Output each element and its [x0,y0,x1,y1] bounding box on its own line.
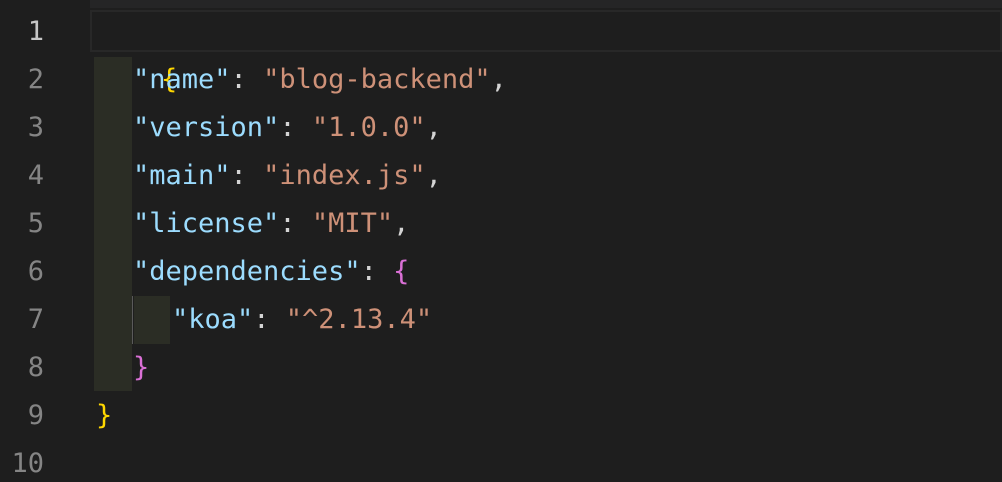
code-line-1[interactable]: { [96,8,177,95]
json-comma: , [393,208,410,239]
line-number: 1 [27,16,44,47]
json-string-value: "index.js" [263,160,426,191]
code-line-2[interactable]: "name": "blog-backend", [133,56,507,104]
line-number: 5 [27,208,44,239]
json-string-value: "blog-backend" [263,64,491,95]
line-number: 7 [27,304,44,335]
indent-highlight-level-2 [134,296,170,344]
code-line-6[interactable]: "dependencies": { [133,248,409,296]
line-number: 9 [27,400,44,431]
line-number: 4 [27,160,44,191]
code-line-7[interactable]: "koa": "^2.13.4" [172,296,432,344]
json-key: "dependencies" [133,256,361,287]
code-line-10[interactable] [96,440,996,482]
json-key: "koa" [172,304,254,335]
json-separator: : [279,112,312,143]
code-editor[interactable]: 1 2 3 4 5 6 7 8 9 10 { "name": "blog-bac… [0,0,1002,482]
json-key: "license" [133,208,280,239]
code-line-5[interactable]: "license": "MIT", [133,200,409,248]
indent-guide [132,296,133,344]
close-brace: } [133,352,150,383]
json-comma: , [425,112,442,143]
code-line-9[interactable]: } [96,392,112,440]
line-number: 2 [27,64,44,95]
json-key: "name" [133,64,231,95]
close-brace: } [96,400,113,431]
open-brace: { [393,256,410,287]
line-number: 10 [11,448,44,479]
json-separator: : [360,256,394,287]
line-number: 8 [27,352,44,383]
json-separator: : [279,208,312,239]
line-number: 6 [27,256,44,287]
current-line-highlight [90,10,1002,52]
json-key: "main" [133,160,231,191]
editor-top-strip [90,0,1002,8]
json-string-value: "MIT" [311,208,394,239]
json-comma: , [490,64,507,95]
json-separator: : [253,304,286,335]
json-string-value: "1.0.0" [311,112,426,143]
line-number: 3 [27,112,44,143]
code-line-8[interactable]: } [133,344,149,392]
json-string-value: "^2.13.4" [285,304,433,335]
code-line-4[interactable]: "main": "index.js", [133,152,442,200]
json-key: "version" [133,112,280,143]
code-line-3[interactable]: "version": "1.0.0", [133,104,442,152]
json-separator: : [230,160,264,191]
json-comma: , [425,160,442,191]
json-separator: : [230,64,264,95]
